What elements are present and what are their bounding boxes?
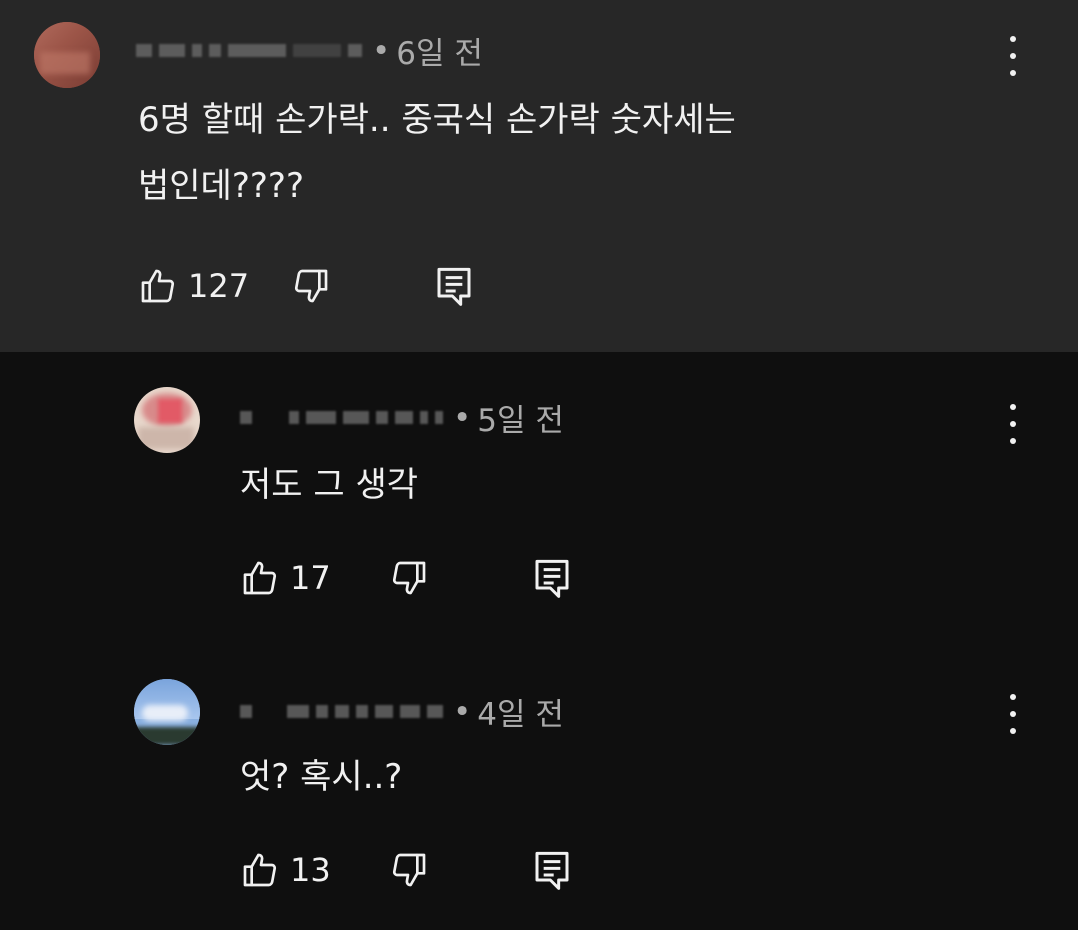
- author-name-blurred[interactable]: [136, 44, 362, 57]
- reply-button[interactable]: [533, 558, 571, 598]
- avatar[interactable]: [34, 22, 100, 88]
- comment-actions: 127: [138, 266, 473, 306]
- author-name-blurred[interactable]: [240, 705, 443, 718]
- reply-button[interactable]: [435, 266, 473, 306]
- comment-text: 6명 할때 손가락.. 중국식 손가락 숫자세는 법인데????: [138, 87, 736, 219]
- comment-time: 5일 전: [477, 403, 564, 439]
- like-count: 13: [290, 851, 331, 889]
- thumbs-up-icon: [240, 558, 280, 598]
- reply-icon: [533, 558, 571, 598]
- dislike-button[interactable]: [389, 558, 429, 598]
- comment-meta: • 5일 전: [240, 395, 564, 440]
- author-name-blurred[interactable]: [240, 411, 443, 424]
- comment-reply: • 5일 전 저도 그 생각 17: [0, 352, 1078, 642]
- comment: • 6일 전 6명 할때 손가락.. 중국식 손가락 숫자세는 법인데???? …: [0, 0, 1078, 352]
- comment-text: 저도 그 생각: [240, 452, 418, 518]
- comment-text-line: 법인데????: [138, 166, 305, 206]
- like-button[interactable]: 13: [240, 850, 331, 890]
- dislike-button[interactable]: [389, 850, 429, 890]
- more-vert-icon[interactable]: [998, 694, 1028, 734]
- comment-actions: 17: [240, 558, 571, 598]
- comment-meta: • 6일 전: [136, 28, 483, 73]
- thumbs-down-icon: [291, 266, 331, 306]
- comment-text-line: 저도 그 생각: [240, 465, 419, 505]
- reply-button[interactable]: [533, 850, 571, 890]
- separator-dot: •: [372, 32, 391, 69]
- thumbs-up-icon: [240, 850, 280, 890]
- comment-text: 엇? 혹시..?: [240, 744, 402, 810]
- separator-dot: •: [453, 399, 472, 436]
- comment-reply: • 4일 전 엇? 혹시..? 13: [0, 642, 1078, 930]
- comment-text-line: 6명 할때 손가락.. 중국식 손가락 숫자세는: [138, 100, 736, 140]
- comment-time: 6일 전: [396, 36, 483, 72]
- comment-actions: 13: [240, 850, 571, 890]
- thumbs-down-icon: [389, 558, 429, 598]
- like-count: 127: [188, 267, 250, 305]
- more-vert-icon[interactable]: [998, 404, 1028, 444]
- dislike-button[interactable]: [291, 266, 331, 306]
- avatar[interactable]: [134, 387, 200, 453]
- comment-text-line: 엇? 혹시..?: [240, 757, 403, 797]
- more-vert-icon[interactable]: [998, 36, 1028, 76]
- thumbs-down-icon: [389, 850, 429, 890]
- reply-icon: [533, 850, 571, 890]
- comment-meta: • 4일 전: [240, 689, 564, 734]
- reply-icon: [435, 266, 473, 306]
- like-count: 17: [290, 559, 331, 597]
- like-button[interactable]: 127: [138, 266, 249, 306]
- avatar[interactable]: [134, 679, 200, 745]
- separator-dot: •: [453, 693, 472, 730]
- thumbs-up-icon: [138, 266, 178, 306]
- comment-time: 4일 전: [477, 697, 564, 733]
- like-button[interactable]: 17: [240, 558, 331, 598]
